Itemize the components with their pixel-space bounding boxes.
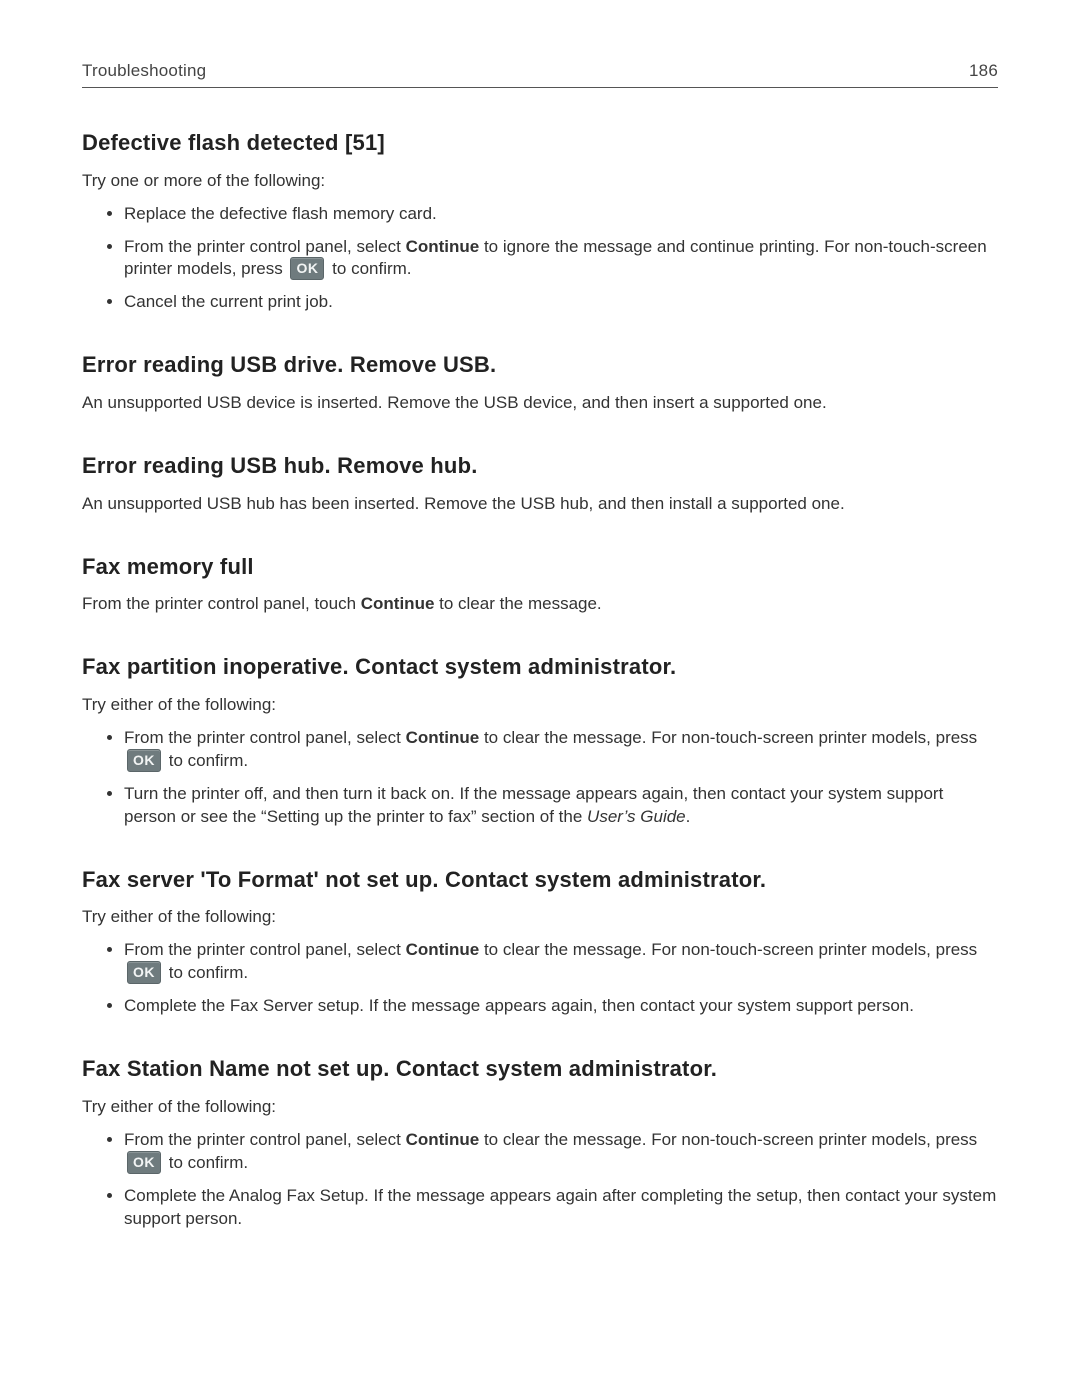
list-item-text: From the printer control panel, select [124, 940, 406, 959]
body-text: An unsupported USB device is inserted. R… [82, 392, 998, 415]
heading-error-usb-hub: Error reading USB hub. Remove hub. [82, 451, 998, 481]
list-item-text: Complete the Fax Server setup. If the me… [124, 996, 914, 1015]
heading-fax-memory-full: Fax memory full [82, 552, 998, 582]
list-item-text: to confirm. [164, 963, 248, 982]
heading-fax-station-name: Fax Station Name not set up. Contact sys… [82, 1054, 998, 1084]
heading-error-usb-drive: Error reading USB drive. Remove USB. [82, 350, 998, 380]
ok-button-icon: OK [127, 961, 161, 984]
intro-text: Try either of the following: [82, 906, 998, 929]
list-item: From the printer control panel, select C… [124, 236, 998, 282]
intro-text: Try either of the following: [82, 1096, 998, 1119]
list-item-text: to confirm. [164, 751, 248, 770]
list-item: Turn the printer off, and then turn it b… [124, 783, 998, 829]
list-item: From the printer control panel, select C… [124, 939, 998, 985]
intro-text: Try one or more of the following: [82, 170, 998, 193]
list-item: Complete the Analog Fax Setup. If the me… [124, 1185, 998, 1231]
heading-defective-flash: Defective flash detected [51] [82, 128, 998, 158]
list-item-text: From the printer control panel, select [124, 1130, 406, 1149]
list-item: Replace the defective flash memory card. [124, 203, 998, 226]
bullet-list: From the printer control panel, select C… [82, 727, 998, 829]
heading-fax-partition-inoperative: Fax partition inoperative. Contact syste… [82, 652, 998, 682]
bullet-list: Replace the defective flash memory card.… [82, 203, 998, 315]
bold-term: Continue [361, 594, 435, 613]
header-section-name: Troubleshooting [82, 60, 206, 83]
ok-button-icon: OK [290, 257, 324, 280]
body-text: From the printer control panel, touch Co… [82, 593, 998, 616]
bold-term: Continue [406, 1130, 480, 1149]
list-item-text: to confirm. [327, 259, 411, 278]
bold-term: Continue [406, 237, 480, 256]
list-item-text: . [686, 807, 691, 826]
heading-fax-server-to-format: Fax server 'To Format' not set up. Conta… [82, 865, 998, 895]
list-item-text: From the printer control panel, select [124, 237, 406, 256]
list-item-text: to clear the message. For non‑touch‑scre… [479, 728, 977, 747]
intro-text: Try either of the following: [82, 694, 998, 717]
header-page-number: 186 [969, 60, 998, 83]
bullet-list: From the printer control panel, select C… [82, 939, 998, 1018]
list-item-text: Turn the printer off, and then turn it b… [124, 784, 943, 826]
body-text-fragment: to clear the message. [434, 594, 601, 613]
list-item-text: Replace the defective flash memory card. [124, 204, 437, 223]
document-page: Troubleshooting 186 Defective flash dete… [0, 0, 1080, 1397]
list-item-text: to clear the message. For non‑touch‑scre… [479, 1130, 977, 1149]
bold-term: Continue [406, 728, 480, 747]
list-item: From the printer control panel, select C… [124, 727, 998, 773]
list-item-text: Cancel the current print job. [124, 292, 333, 311]
italic-term: User’s Guide [587, 807, 686, 826]
list-item: Complete the Fax Server setup. If the me… [124, 995, 998, 1018]
page-header: Troubleshooting 186 [82, 60, 998, 88]
body-text: An unsupported USB hub has been inserted… [82, 493, 998, 516]
list-item-text: From the printer control panel, select [124, 728, 406, 747]
ok-button-icon: OK [127, 1151, 161, 1174]
bullet-list: From the printer control panel, select C… [82, 1129, 998, 1231]
list-item-text: to confirm. [164, 1153, 248, 1172]
list-item: From the printer control panel, select C… [124, 1129, 998, 1175]
list-item-text: to clear the message. For non‑touch‑scre… [479, 940, 977, 959]
ok-button-icon: OK [127, 749, 161, 772]
body-text-fragment: From the printer control panel, touch [82, 594, 361, 613]
list-item: Cancel the current print job. [124, 291, 998, 314]
list-item-text: Complete the Analog Fax Setup. If the me… [124, 1186, 996, 1228]
bold-term: Continue [406, 940, 480, 959]
